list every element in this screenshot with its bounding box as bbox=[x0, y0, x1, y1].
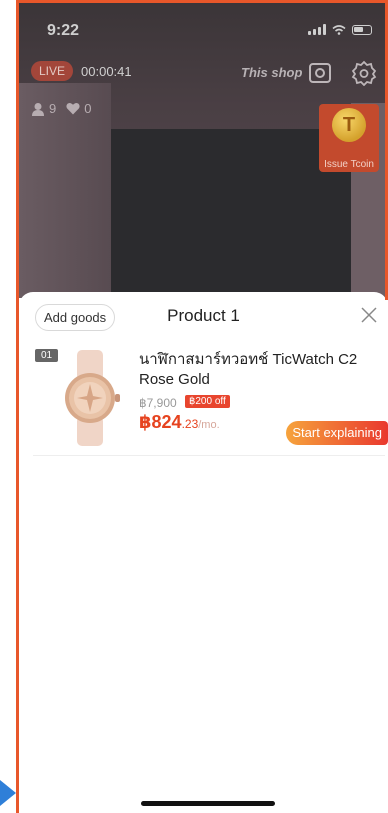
frame-border-left bbox=[16, 0, 19, 813]
signal-icon bbox=[308, 24, 326, 35]
product-sheet: Add goods Product 1 01 นาฬิกาสมาร์ทวอทช์… bbox=[19, 292, 388, 813]
product-name: นาฬิกาสมาร์ทวอทช์ TicWatch C2 Rose Gold bbox=[139, 351, 358, 388]
live-timer: 00:00:41 bbox=[81, 63, 132, 79]
battery-icon bbox=[352, 24, 372, 35]
issue-tcoin-button[interactable]: T Issue Tcoin bbox=[319, 104, 379, 172]
settings-icon[interactable] bbox=[351, 60, 377, 86]
viewer-icon bbox=[32, 102, 44, 116]
discount-badge: ฿200 off bbox=[185, 395, 230, 408]
tcoin-icon: T bbox=[332, 108, 366, 142]
product-row[interactable]: 01 นาฬิกาสมาร์ทวอทช์ TicWatch C2 Rose Go… bbox=[33, 342, 388, 456]
live-stats: 9 0 bbox=[31, 101, 91, 116]
viewer-count: 9 bbox=[49, 101, 57, 116]
tcoin-label: Issue Tcoin bbox=[324, 159, 374, 170]
shop-label: This shop bbox=[241, 65, 303, 80]
live-badge: LIVE bbox=[31, 61, 74, 81]
close-icon[interactable] bbox=[360, 306, 378, 324]
sheet-title: Product 1 bbox=[167, 306, 240, 325]
frame-border-top bbox=[16, 0, 388, 3]
product-image bbox=[65, 350, 120, 446]
wifi-icon bbox=[332, 24, 346, 35]
product-price: ฿824.23/mo. bbox=[139, 412, 220, 433]
background-screen bbox=[111, 129, 351, 298]
product-original-price: ฿7,900 bbox=[139, 396, 177, 410]
start-explaining-button[interactable]: Start explaining bbox=[286, 421, 388, 445]
heart-icon bbox=[66, 102, 80, 115]
price-period: /mo. bbox=[198, 419, 220, 431]
status-bar: 9:22 bbox=[19, 3, 388, 43]
home-indicator[interactable] bbox=[141, 801, 275, 806]
screenshot-icon[interactable] bbox=[307, 60, 333, 86]
live-preview: 9:22 LIVE 00:00:41 This shop 9 0 T Issue… bbox=[19, 3, 388, 298]
status-time: 9:22 bbox=[47, 22, 80, 39]
status-icons bbox=[308, 24, 372, 35]
price-decimal: .23 bbox=[181, 417, 199, 431]
pointer-arrow-icon bbox=[0, 780, 16, 806]
live-info: LIVE 00:00:41 bbox=[31, 61, 132, 81]
price-whole: ฿824 bbox=[139, 412, 182, 432]
like-count: 0 bbox=[84, 101, 92, 116]
